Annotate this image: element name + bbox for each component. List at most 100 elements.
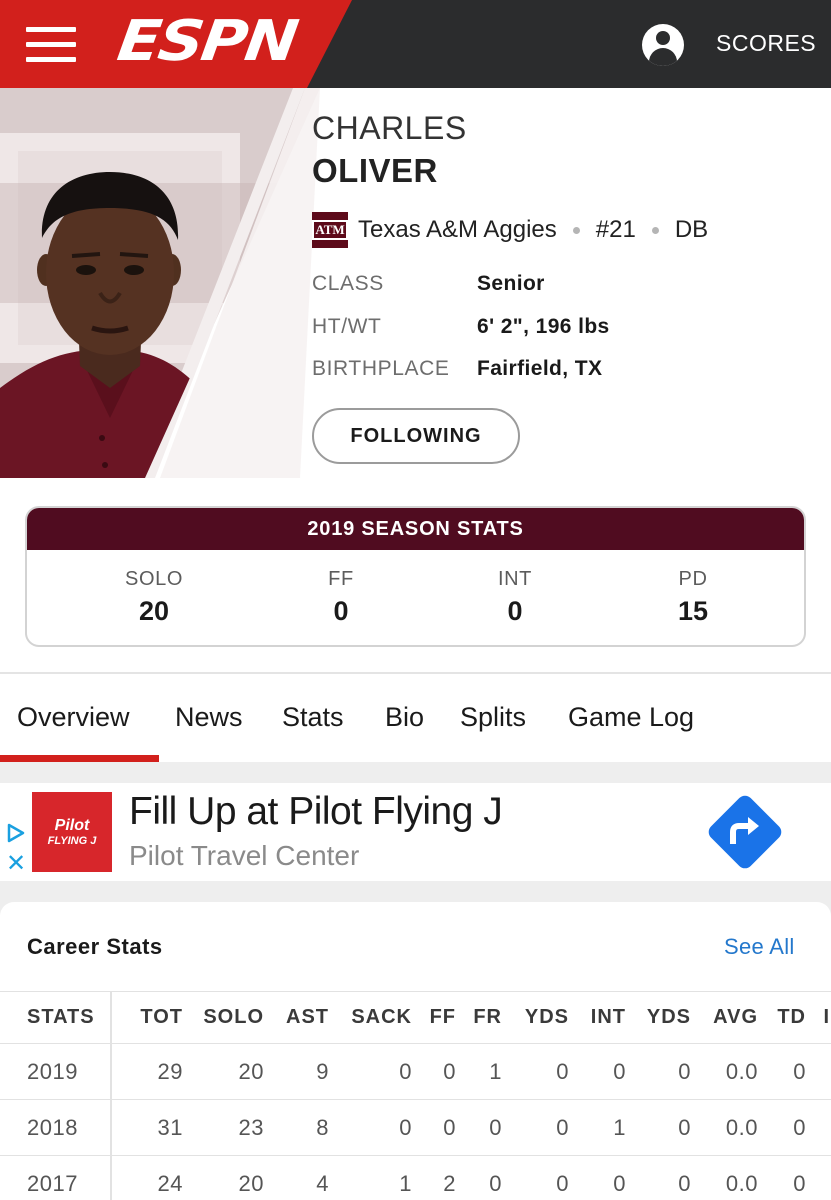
table-cell: 2019 [27,1058,78,1084]
tab-splits[interactable]: Splits [460,702,526,733]
separator-dot [572,226,580,234]
column-header[interactable]: FF [430,992,456,1043]
stat-value: 0 [507,596,523,626]
player-tabs: Overview News Stats Bio Splits Game Log [0,674,831,762]
table-cell: 0 [443,1114,456,1140]
season-stats-card: 2019 SEASON STATS SOLO 20 FF 0 INT 0 PD … [25,506,806,647]
stat-label: INT [497,568,533,590]
column-header[interactable]: TOT [140,992,183,1043]
table-cell: 29 [157,1058,183,1084]
tab-stats[interactable]: Stats [282,702,344,733]
table-cell: 2 [443,1170,456,1196]
table-row: 2018 31 23 8 0 0 0 0 1 0 0.0 0 [0,1099,831,1155]
column-header[interactable]: AST [286,992,329,1043]
table-cell: 0.0 [725,1170,758,1196]
see-all-link[interactable]: See All [724,934,795,960]
tab-bio[interactable]: Bio [385,702,424,733]
table-cell: 2017 [27,1170,78,1196]
table-cell: 0 [678,1114,691,1140]
ad-close-icon[interactable]: ✕ [6,852,26,876]
espn-logo[interactable]: ESPN [114,9,313,74]
table-cell: 1 [399,1170,412,1196]
table-cell: 0 [793,1170,806,1196]
flying-j-logo-text: FLYING J [47,834,97,847]
player-headshot [0,172,200,478]
separator-dot [651,226,659,234]
table-row: 2019 29 20 9 0 0 1 0 0 0 0.0 0 [0,1043,831,1099]
table-cell: 23 [238,1114,264,1140]
ad-subtitle[interactable]: Pilot Travel Center [129,840,359,872]
stat-label: SOLO [125,568,183,590]
career-stats-title: Career Stats [27,934,163,959]
ad-headline[interactable]: Fill Up at Pilot Flying J [129,790,503,834]
tab-game-log[interactable]: Game Log [568,702,694,733]
team-logo-icon[interactable]: ATM [312,212,348,248]
table-cell: 20 [238,1170,264,1196]
table-cell: 0 [399,1114,412,1140]
table-cell: 0 [793,1058,806,1084]
stat-value: 20 [138,596,170,626]
tab-news[interactable]: News [175,702,243,733]
table-cell: 0 [399,1058,412,1084]
table-cell: 4 [316,1170,329,1196]
career-stats-card: Career Stats See All STATS TOT SOLO AST … [0,902,831,1200]
scores-link[interactable]: SCORES [716,30,816,57]
column-header[interactable]: TD [777,992,806,1043]
bio-value: 6' 2", 196 lbs [477,315,610,338]
table-cell: 0 [556,1170,569,1196]
bio-value: Senior [477,272,545,295]
ad-choices-icon[interactable] [5,822,27,844]
top-nav-bar: ESPN SCORES [0,0,831,88]
table-cell: 20 [238,1058,264,1084]
stat-label: FF [328,568,354,590]
column-header[interactable]: I [823,992,830,1043]
table-cell: 0.0 [725,1114,758,1140]
player-last-name: OLIVER [312,152,438,189]
table-cell: 0 [793,1114,806,1140]
column-header[interactable]: AVG [713,992,758,1043]
table-cell: 2018 [27,1114,78,1140]
table-cell: 24 [157,1170,183,1196]
table-cell: 0 [489,1170,502,1196]
table-cell: 0 [556,1058,569,1084]
table-cell: 0 [556,1114,569,1140]
column-header[interactable]: SOLO [203,992,264,1043]
user-profile-icon[interactable] [642,24,684,66]
column-header[interactable]: STATS [27,992,95,1043]
table-cell: 0 [443,1058,456,1084]
player-first-name: CHARLES [312,110,467,146]
player-position: DB [674,216,709,243]
tab-overview[interactable]: Overview [17,702,130,733]
bio-label: HT/WT [312,315,382,338]
column-header[interactable]: SACK [351,992,412,1043]
team-name[interactable]: Texas A&M Aggies [358,216,557,244]
pilot-logo-text: Pilot [54,816,90,834]
following-button[interactable]: FOLLOWING [312,408,520,464]
jersey-number: #21 [595,216,636,243]
table-cell: 9 [316,1058,329,1084]
hamburger-menu-icon[interactable] [26,27,76,63]
column-header[interactable]: YDS [647,992,691,1043]
directions-arrow-icon[interactable] [703,790,787,874]
pilot-logo[interactable]: Pilot FLYING J [32,792,112,872]
table-cell: 0 [678,1058,691,1084]
bio-label: BIRTHPLACE [312,357,450,380]
table-cell: 1 [613,1114,626,1140]
table-cell: 0 [613,1058,626,1084]
bio-label: CLASS [312,272,384,295]
table-cell: 31 [157,1114,183,1140]
stat-value: 0 [333,596,349,626]
player-header: CHARLES OLIVER ATM Texas A&M Aggies #21 … [0,88,831,478]
column-header[interactable]: FR [473,992,502,1043]
active-tab-indicator [0,755,159,762]
column-header[interactable]: INT [591,992,626,1043]
column-header[interactable]: YDS [525,992,569,1043]
table-cell: 0 [613,1170,626,1196]
table-cell: 0 [678,1170,691,1196]
table-cell: 1 [489,1058,502,1084]
season-stats-title: 2019 SEASON STATS [27,508,804,550]
table-cell: 0.0 [725,1058,758,1084]
table-row: 2017 24 20 4 1 2 0 0 0 0 0.0 0 [0,1155,831,1200]
stat-value: 15 [677,596,709,626]
table-header-row: STATS TOT SOLO AST SACK FF FR YDS INT YD… [0,991,831,1043]
